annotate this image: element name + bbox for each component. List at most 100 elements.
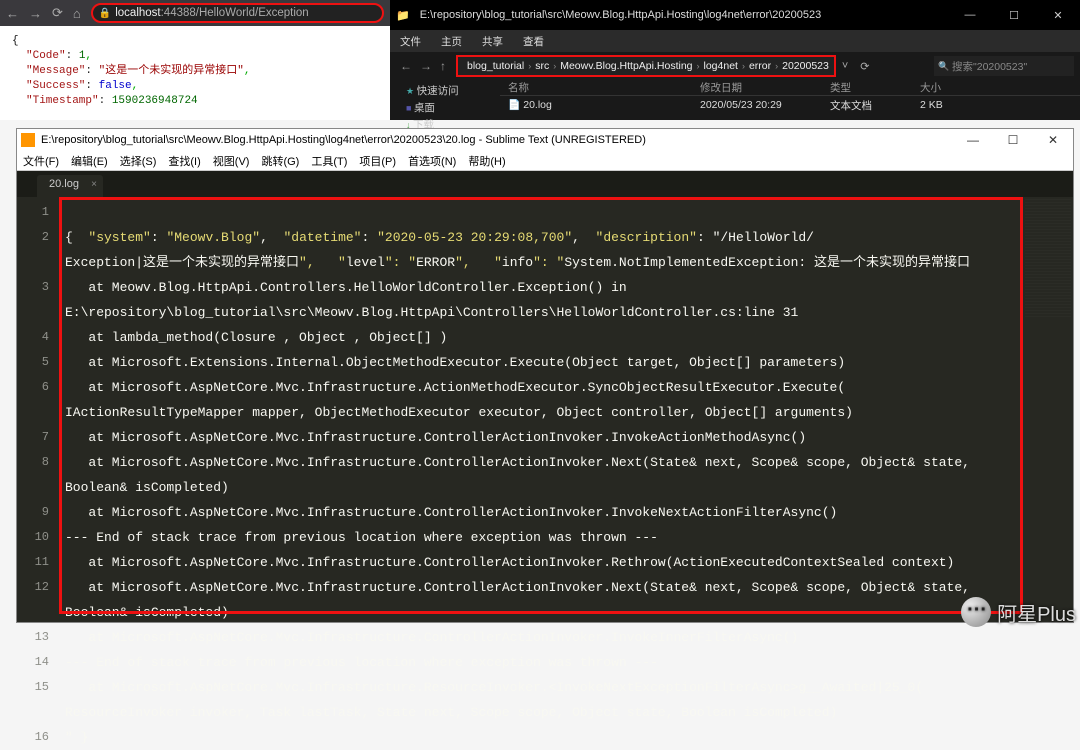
json-key-success: "Success" xyxy=(26,80,85,92)
col-type[interactable]: 类型 xyxy=(830,80,920,95)
nav-icons: ← → ⟳ ⌂ xyxy=(6,5,81,21)
menu-goto[interactable]: 跳转(G) xyxy=(255,153,305,169)
crumb-4[interactable]: error xyxy=(746,60,774,72)
crumb-5[interactable]: 20200523 xyxy=(779,60,832,72)
sidebar-item-quick[interactable]: 快速访问 xyxy=(394,82,496,99)
code-line: Boolean& isCompleted) xyxy=(65,475,1073,500)
close-icon[interactable]: × xyxy=(91,179,97,190)
code-line: at Microsoft.AspNetCore.Mvc.Infrastructu… xyxy=(65,550,1073,575)
code-line: at lambda_method(Closure , Object , Obje… xyxy=(65,325,1073,350)
explorer-title-text: E:\repository\blog_tutorial\src\Meowv.Bl… xyxy=(410,9,948,21)
address-host: localhost xyxy=(115,7,160,19)
col-size[interactable]: 大小 xyxy=(920,80,980,95)
forward-icon[interactable]: → xyxy=(29,6,42,21)
crumb-2[interactable]: Meowv.Blog.HttpApi.Hosting xyxy=(557,60,695,72)
sublime-titlebar: E:\repository\blog_tutorial\src\Meowv.Bl… xyxy=(17,129,1073,151)
code-line: at Microsoft.AspNetCore.Mvc.Infrastructu… xyxy=(65,500,1073,525)
menu-view[interactable]: 查看 xyxy=(513,34,554,49)
json-val-success: false xyxy=(99,80,132,92)
sidebar-item-desktop[interactable]: 桌面 xyxy=(394,99,496,116)
code-line: ResourceInvoker invoker, Task lastTask, … xyxy=(65,700,1073,725)
back-icon[interactable]: ← xyxy=(6,6,19,21)
menu-share[interactable]: 共享 xyxy=(472,34,513,49)
code-line: at Microsoft.AspNetCore.Mvc.Infrastructu… xyxy=(65,675,1073,700)
explorer-nav-icons: ← → ↑ xyxy=(396,59,450,73)
sublime-title-text: E:\repository\blog_tutorial\src\Meowv.Bl… xyxy=(41,134,953,146)
file-name: 20.log xyxy=(500,99,700,111)
close-button[interactable]: ✕ xyxy=(1033,133,1073,147)
minimap[interactable] xyxy=(1025,199,1071,319)
code-line: Boolean& isCompleted) xyxy=(65,600,1073,625)
minimize-button[interactable]: — xyxy=(953,133,993,147)
col-date[interactable]: 修改日期 xyxy=(700,80,830,95)
explorer-menu: 文件 主页 共享 查看 xyxy=(390,30,1080,52)
sublime-icon xyxy=(21,133,35,147)
explorer-sidebar: 快速访问 桌面 下载 xyxy=(390,80,500,120)
code-line: at Microsoft.Extensions.Internal.ObjectM… xyxy=(65,350,1073,375)
response-body: { "Code": 1, "Message": "这是一个未实现的异常接口", … xyxy=(0,26,390,120)
code-line: at Meowv.Blog.HttpApi.Controllers.HelloW… xyxy=(65,275,1073,300)
menu-project[interactable]: 项目(P) xyxy=(353,153,402,169)
chevron-down-icon[interactable]: ˅ xyxy=(836,60,854,72)
folder-icon: 📁 xyxy=(396,9,410,22)
close-button[interactable]: ✕ xyxy=(1036,0,1080,30)
code-area[interactable]: { "system": "Meowv.Blog", "datetime": "2… xyxy=(57,197,1073,622)
json-val-timestamp: 1590236948724 xyxy=(112,95,198,107)
address-bar[interactable]: 🔒 localhost :44388/HelloWorld/Exception xyxy=(91,3,384,23)
code-line: at Microsoft.AspNetCore.Mvc.Infrastructu… xyxy=(65,375,1073,400)
refresh-icon[interactable]: ⟳ xyxy=(854,60,875,73)
code-line: --- End of stack trace from previous loc… xyxy=(65,650,1073,675)
code-line: --- End of stack trace from previous loc… xyxy=(65,525,1073,550)
menu-tools[interactable]: 工具(T) xyxy=(305,153,353,169)
wechat-icon xyxy=(961,597,991,627)
menu-home[interactable]: 主页 xyxy=(431,34,472,49)
file-date: 2020/05/23 20:29 xyxy=(700,99,830,111)
code-line: at Microsoft.AspNetCore.Mvc.Infrastructu… xyxy=(65,625,1073,650)
json-val-message: "这是一个未实现的异常接口" xyxy=(99,65,244,77)
column-headers: 名称 修改日期 类型 大小 xyxy=(500,80,1080,96)
search-input[interactable]: 搜索"20200523" xyxy=(934,56,1074,76)
minimize-button[interactable]: — xyxy=(948,0,992,30)
explorer-titlebar: 📁 E:\repository\blog_tutorial\src\Meowv.… xyxy=(390,0,1080,30)
browser-window: ← → ⟳ ⌂ 🔒 localhost :44388/HelloWorld/Ex… xyxy=(0,0,390,120)
maximize-button[interactable]: ☐ xyxy=(992,0,1036,30)
menu-file[interactable]: 文件 xyxy=(390,34,431,49)
json-key-timestamp: "Timestamp" xyxy=(26,95,99,107)
tab-bar: 20.log × xyxy=(17,171,1073,197)
crumb-1[interactable]: src xyxy=(532,60,552,72)
forward-icon[interactable]: → xyxy=(420,59,432,73)
code-line: at Microsoft.AspNetCore.Mvc.Infrastructu… xyxy=(65,425,1073,450)
code-line: " } xyxy=(65,725,1073,750)
reload-icon[interactable]: ⟳ xyxy=(52,5,63,21)
crumb-3[interactable]: log4net xyxy=(701,60,741,72)
home-icon[interactable]: ⌂ xyxy=(73,6,81,21)
code-line: at Microsoft.AspNetCore.Mvc.Infrastructu… xyxy=(65,450,1073,475)
code-line: IActionResultTypeMapper mapper, ObjectMe… xyxy=(65,400,1073,425)
col-name[interactable]: 名称 xyxy=(500,80,700,95)
code-line: { "system": "Meowv.Blog", "datetime": "2… xyxy=(65,225,1073,250)
code-line: Exception|这是一个未实现的异常接口", "level": "ERROR… xyxy=(65,250,1073,275)
tab-file[interactable]: 20.log × xyxy=(37,175,103,197)
table-row[interactable]: 20.log 2020/05/23 20:29 文本文档 2 KB xyxy=(500,96,1080,114)
code-line xyxy=(65,200,1073,225)
line-gutter: 12 3 456 78 9101112 131415 16 xyxy=(17,197,57,622)
menu-help[interactable]: 帮助(H) xyxy=(462,153,511,169)
back-icon[interactable]: ← xyxy=(400,59,412,73)
lock-icon: 🔒 xyxy=(99,8,111,19)
up-icon[interactable]: ↑ xyxy=(440,59,446,73)
crumb-0[interactable]: blog_tutorial xyxy=(464,60,527,72)
menu-pref[interactable]: 首选项(N) xyxy=(402,153,462,169)
watermark: 阿星Plus xyxy=(961,597,1076,627)
menu-view[interactable]: 视图(V) xyxy=(207,153,256,169)
menu-select[interactable]: 选择(S) xyxy=(114,153,163,169)
json-key-code: "Code" xyxy=(26,50,66,62)
menu-edit[interactable]: 编辑(E) xyxy=(65,153,114,169)
watermark-text: 阿星Plus xyxy=(997,598,1076,627)
breadcrumb[interactable]: blog_tutorial› src› Meowv.Blog.HttpApi.H… xyxy=(456,55,836,77)
file-size: 2 KB xyxy=(920,99,980,111)
code-line: at Microsoft.AspNetCore.Mvc.Infrastructu… xyxy=(65,575,1073,600)
maximize-button[interactable]: ☐ xyxy=(993,133,1033,147)
menu-file[interactable]: 文件(F) xyxy=(17,153,65,169)
menu-find[interactable]: 查找(I) xyxy=(162,153,206,169)
address-path: :44388/HelloWorld/Exception xyxy=(161,7,309,19)
